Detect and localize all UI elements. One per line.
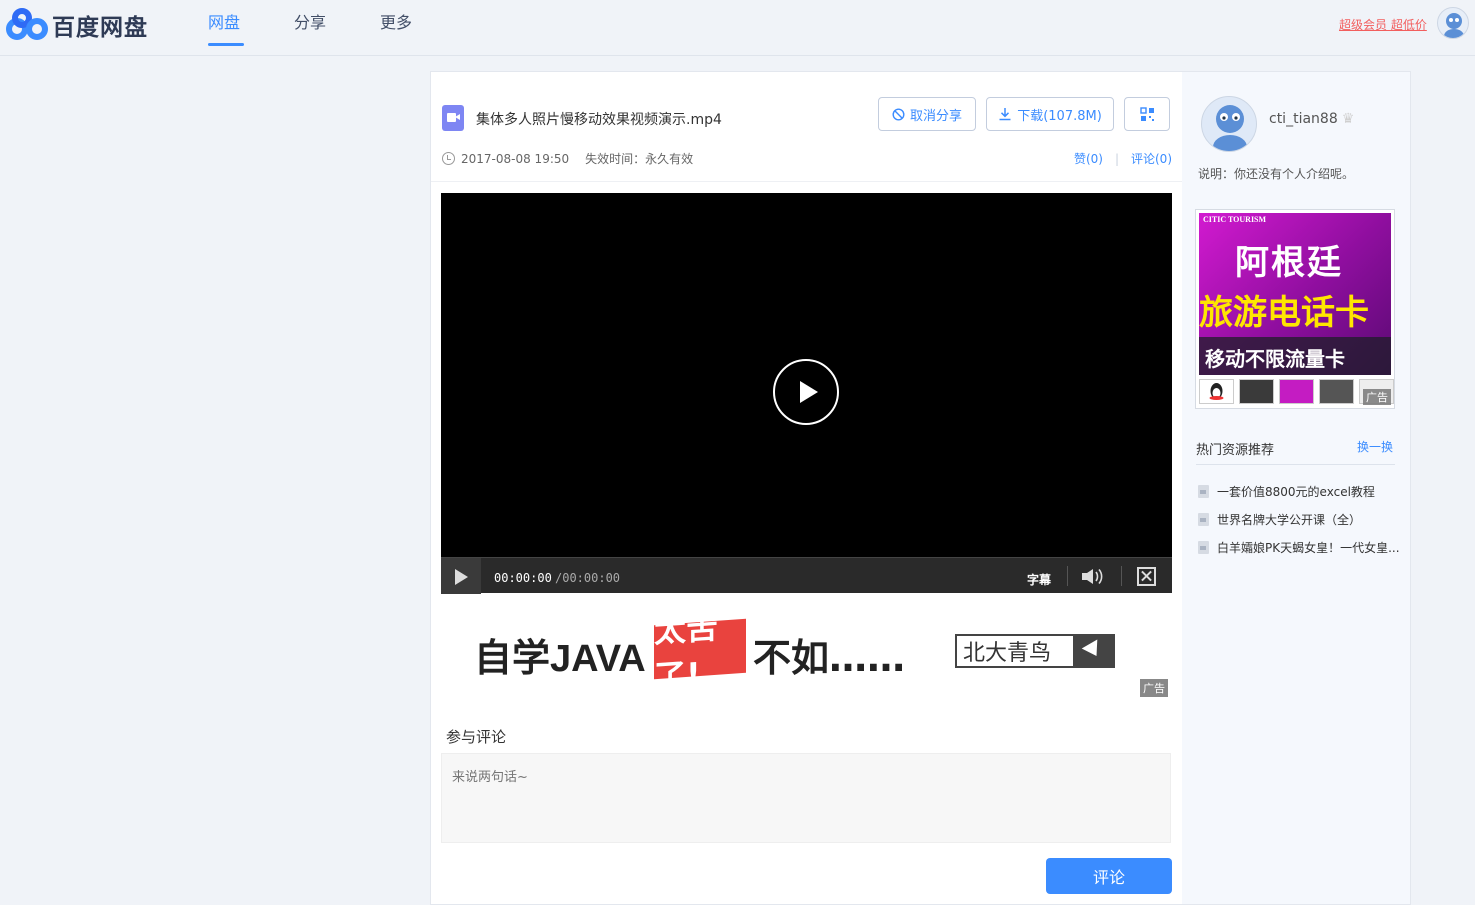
banner-ad-text-a: 自学JAVA (474, 638, 646, 680)
sharer-description: 说明：你还没有个人介绍呢。 (1198, 167, 1355, 181)
sidebar-ad-line3: 移动不限流量卡 (1199, 337, 1391, 375)
header-divider (431, 181, 1183, 182)
comment-link[interactable]: 评论(0) (1131, 150, 1172, 167)
document-icon (1198, 540, 1209, 554)
action-separator: | (1114, 151, 1119, 166)
sharer-avatar[interactable] (1201, 96, 1257, 152)
banner-ad[interactable]: 自学JAVA 太苦了! 不如…… 北大青鸟 广告 (441, 602, 1172, 697)
document-icon (1198, 512, 1209, 526)
list-item[interactable]: 一套价值8800元的excel教程 (1198, 477, 1403, 505)
comment-input[interactable] (441, 753, 1171, 843)
hot-item-title: 世界名牌大学公开课（全） (1217, 512, 1362, 527)
submit-comment-button[interactable]: 评论 (1046, 858, 1172, 894)
video-player[interactable]: 00:00:00 /00:00:00 字幕 (441, 193, 1172, 594)
sharer-info: cti_tian88 ♛ (1269, 111, 1354, 127)
cancel-share-label: 取消分享 (909, 108, 962, 124)
nav-tab-more[interactable]: 更多 (380, 0, 466, 46)
sidebar: cti_tian88 ♛ 说明：你还没有个人介绍呢。 CITIC TOURISM… (1182, 71, 1411, 905)
file-meta: 2017-08-08 19:50 失效时间：永久有效 (442, 150, 693, 167)
clock-icon (442, 152, 455, 165)
qq-icon[interactable] (1199, 379, 1234, 404)
banner-ad-text-c: 不如…… (753, 636, 906, 680)
logo-text: 百度网盘 (52, 15, 148, 41)
main-nav: 网盘 分享 更多 (208, 0, 466, 56)
sidebar-ad-tag: 广告 (1363, 389, 1391, 405)
share-main-panel: 集体多人照片慢移动效果视频演示.mp4 取消分享 下载(107.8M) 2017… (430, 71, 1183, 905)
banner-ad-brand-box: 北大青鸟 (955, 634, 1115, 668)
comment-title: 参与评论 (446, 728, 507, 746)
sidebar-ad-line2: 旅游电话卡 (1199, 293, 1369, 333)
total-time: /00:00:00 (555, 571, 621, 585)
play-icon[interactable] (441, 558, 481, 594)
player-controls: 00:00:00 /00:00:00 字幕 (441, 557, 1172, 594)
file-actions: 赞(0) | 评论(0) (1074, 150, 1172, 167)
crown-icon: ♛ (1341, 111, 1355, 127)
top-header: 百度网盘 网盘 分享 更多 超级会员 超低价 (0, 0, 1475, 56)
sharer-username[interactable]: cti_tian88 (1269, 111, 1338, 127)
download-button[interactable]: 下载(107.8M) (986, 97, 1114, 131)
fullscreen-icon[interactable] (1137, 567, 1156, 586)
baidu-pan-logo[interactable]: 百度网盘 (6, 8, 148, 42)
video-file-icon (442, 105, 464, 131)
hot-resources-list: 一套价值8800元的excel教程 世界名牌大学公开课（全） 白羊孀娘PK天蝎女… (1198, 477, 1403, 561)
control-separator (1067, 566, 1068, 586)
sidebar-ad[interactable]: CITIC TOURISM 阿根廷 旅游电话卡 移动不限流量卡 广告 (1195, 209, 1395, 409)
sidebar-ad-image: CITIC TOURISM 阿根廷 旅游电话卡 移动不限流量卡 (1199, 213, 1391, 375)
like-link[interactable]: 赞(0) (1074, 150, 1103, 167)
sidebar-ad-line1: 阿根廷 (1235, 243, 1343, 283)
ad-thumbnail[interactable] (1239, 379, 1274, 404)
current-time: 00:00:00 (494, 571, 552, 585)
hot-item-title: 白羊孀娘PK天蝎女皇！一代女皇... (1217, 540, 1400, 555)
list-item[interactable]: 白羊孀娘PK天蝎女皇！一代女皇... (1198, 533, 1403, 561)
control-separator (1121, 566, 1122, 586)
vip-promo-link[interactable]: 超级会员 超低价 (1339, 16, 1427, 33)
user-avatar[interactable] (1437, 7, 1469, 39)
hot-divider (1196, 464, 1395, 465)
logo-icon (6, 8, 50, 42)
download-icon (999, 108, 1011, 121)
forbidden-icon (892, 107, 905, 121)
document-icon (1198, 484, 1209, 498)
banner-ad-brand: 北大青鸟 (963, 641, 1052, 666)
share-date: 2017-08-08 19:50 (461, 151, 570, 166)
volume-icon[interactable] (1081, 568, 1105, 585)
qrcode-icon (1139, 106, 1154, 121)
ad-thumbnail[interactable] (1279, 379, 1314, 404)
play-button-large[interactable] (773, 359, 839, 425)
nav-tab-share[interactable]: 分享 (294, 0, 380, 46)
qrcode-button[interactable] (1124, 97, 1170, 131)
subtitle-toggle[interactable]: 字幕 (1027, 571, 1051, 588)
download-label: 下载(107.8M) (1017, 108, 1102, 124)
ad-thumbnail[interactable] (1319, 379, 1354, 404)
cancel-share-button[interactable]: 取消分享 (878, 97, 976, 131)
list-item[interactable]: 世界名牌大学公开课（全） (1198, 505, 1403, 533)
hot-item-title: 一套价值8800元的excel教程 (1217, 484, 1375, 499)
file-name: 集体多人照片慢移动效果视频演示.mp4 (476, 112, 722, 128)
sidebar-ad-brand: CITIC TOURISM (1203, 215, 1267, 224)
banner-ad-text-b: 太苦了! (654, 608, 746, 696)
expire-time: 失效时间：永久有效 (585, 152, 694, 166)
ad-tag: 广告 (1140, 679, 1168, 697)
cursor-icon (1073, 636, 1113, 666)
hot-resources-title: 热门资源推荐 (1196, 443, 1275, 458)
nav-tab-netdisk[interactable]: 网盘 (208, 0, 294, 46)
refresh-recommendations-link[interactable]: 换一换 (1357, 438, 1393, 455)
